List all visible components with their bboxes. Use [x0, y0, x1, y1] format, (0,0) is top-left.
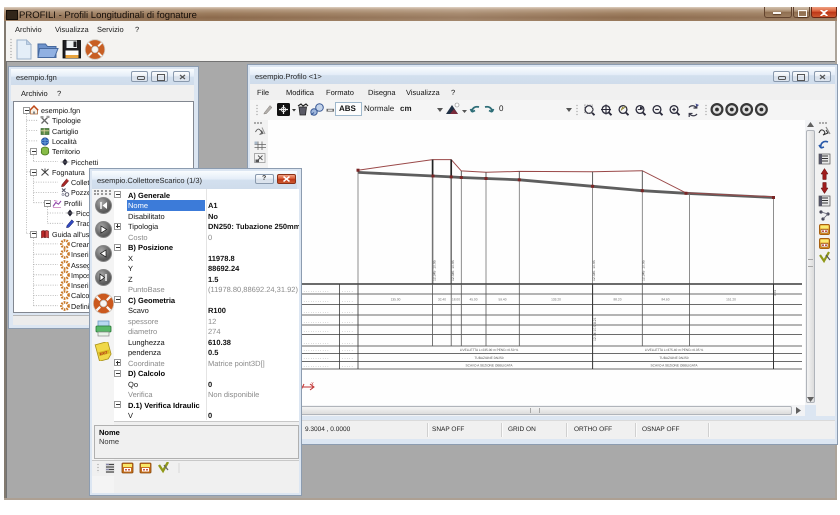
- svg-text:...........: ...........: [304, 287, 330, 292]
- svg-text:.....: .....: [342, 355, 354, 360]
- svg-text:...........: ...........: [304, 339, 330, 344]
- svg-text:.....: .....: [342, 298, 354, 303]
- svg-text:12.345 10.95: 12.345 10.95: [433, 260, 437, 281]
- svg-text:.....: .....: [342, 362, 354, 367]
- svg-text:.....: .....: [342, 318, 354, 323]
- svg-text:9.31: 9.31: [773, 290, 777, 296]
- svg-text:12.345 10.95: 12.345 10.95: [451, 260, 455, 281]
- svg-text:...........: ...........: [304, 298, 330, 303]
- svg-text:...........: ...........: [304, 347, 330, 352]
- svg-text:45.00: 45.00: [470, 298, 478, 302]
- svg-text:59.40: 59.40: [499, 298, 507, 302]
- svg-text:LIVELLETTA L=375.40 m PEND.=0.: LIVELLETTA L=375.40 m PEND.=0.35 %: [645, 348, 704, 352]
- svg-text:151.20: 151.20: [726, 298, 736, 302]
- svg-text:SCAVO A SEZIONE OBBLIGATA: SCAVO A SEZIONE OBBLIGATA: [651, 364, 699, 368]
- svg-text:...........: ...........: [304, 362, 330, 367]
- svg-text:.....: .....: [342, 339, 354, 344]
- svg-text:TUBAZIONE DN250: TUBAZIONE DN250: [474, 356, 503, 360]
- svg-text:32.40: 32.40: [438, 298, 446, 302]
- svg-text:12.345 10.95: 12.345 10.95: [642, 260, 646, 281]
- svg-text:88.20: 88.20: [614, 298, 622, 302]
- svg-text:.....: .....: [342, 347, 354, 352]
- svg-text:...........: ...........: [304, 355, 330, 360]
- svg-text:12.345 10.95: 12.345 10.95: [592, 260, 596, 281]
- svg-text:135.00: 135.00: [391, 298, 401, 302]
- svg-text:SCAVO A SEZIONE OBBLIGATA: SCAVO A SEZIONE OBBLIGATA: [466, 364, 514, 368]
- svg-text:.....: .....: [342, 287, 354, 292]
- svg-text:TUBAZIONE DN250: TUBAZIONE DN250: [659, 356, 688, 360]
- svg-text:...........: ...........: [304, 318, 330, 323]
- svg-text:.....: .....: [342, 328, 354, 333]
- svg-text:x: x: [310, 381, 314, 387]
- svg-text:LIVELLETTA L=235.00 m PEND.=0.: LIVELLETTA L=235.00 m PEND.=0.50 %: [460, 348, 519, 352]
- svg-text:18.00: 18.00: [452, 298, 460, 302]
- svg-text:.....: .....: [342, 308, 354, 313]
- svg-text:133.20: 133.20: [551, 298, 561, 302]
- svg-text:...........: ...........: [304, 308, 330, 313]
- svg-text:12.34 10.9 8.21: 12.34 10.9 8.21: [593, 317, 597, 341]
- svg-text:...........: ...........: [304, 328, 330, 333]
- svg-text:84.60: 84.60: [662, 298, 670, 302]
